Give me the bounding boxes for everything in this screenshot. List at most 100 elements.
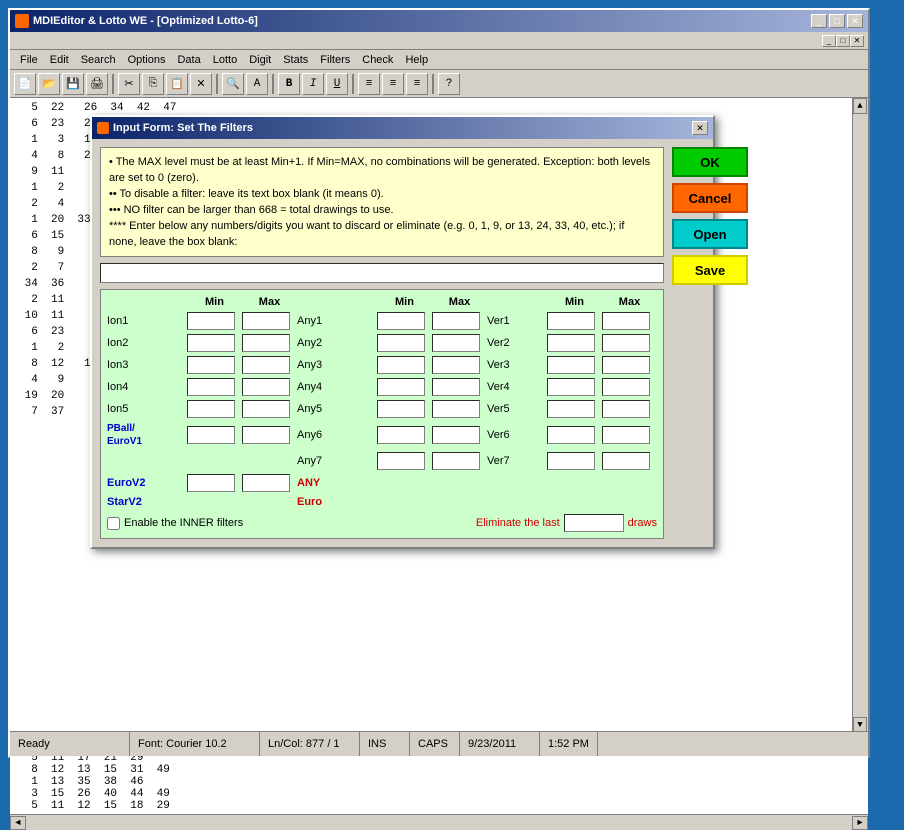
title-bar-left: MDIEditor & Lotto WE - [Optimized Lotto-… — [15, 14, 258, 28]
dialog-title: Input Form: Set The Filters — [97, 122, 253, 134]
dialog-buttons: OK Cancel Open Save — [672, 147, 748, 539]
filter-col1-header — [107, 296, 187, 308]
info-box: • The MAX level must be at least Min+1. … — [100, 147, 664, 257]
ok-button[interactable]: OK — [672, 147, 748, 177]
filter-row-9: StarV2 Euro — [107, 496, 657, 508]
ver7-max-input[interactable] — [602, 452, 650, 470]
ver3-min-input[interactable] — [547, 356, 595, 374]
scroll-right-button[interactable]: ► — [852, 816, 868, 830]
cancel-button[interactable]: Cancel — [672, 183, 748, 213]
any2-label: Any2 — [297, 337, 377, 349]
scroll-left-button[interactable]: ◄ — [10, 816, 26, 830]
eliminate-last-section: Eliminate the last draws — [476, 514, 657, 532]
bottom-line: 5 11 12 15 18 29 — [18, 800, 860, 812]
ion1-min-input[interactable] — [187, 312, 235, 330]
filter-min2-header: Min — [377, 296, 432, 308]
draws-label: draws — [628, 517, 657, 529]
any2-max-input[interactable] — [432, 334, 480, 352]
dialog-close-button[interactable]: ✕ — [692, 121, 708, 135]
ver5-max-input[interactable] — [602, 400, 650, 418]
filter-row-3: Ion3 Any3 Ver3 — [107, 356, 657, 374]
inner-filters-checkbox[interactable] — [107, 517, 120, 530]
filter-row-5: Ion5 Any5 Ver5 — [107, 400, 657, 418]
any5-min-input[interactable] — [377, 400, 425, 418]
mdi-minimize-button[interactable]: _ — [822, 35, 836, 47]
ion5-max-input[interactable] — [242, 400, 290, 418]
eliminate-text-input[interactable] — [101, 264, 663, 282]
any4-max-input[interactable] — [432, 378, 480, 396]
ion2-max-input[interactable] — [242, 334, 290, 352]
any6-min-input[interactable] — [377, 426, 425, 444]
ver5-min-input[interactable] — [547, 400, 595, 418]
pball-max-input[interactable] — [242, 426, 290, 444]
ver3-max-input[interactable] — [602, 356, 650, 374]
any1-label: Any1 — [297, 315, 377, 327]
filter-col2-header — [297, 296, 377, 308]
any2-min-input[interactable] — [377, 334, 425, 352]
any1-min-input[interactable] — [377, 312, 425, 330]
inner-filters-checkbox-label[interactable]: Enable the INNER filters — [107, 517, 243, 530]
any7-label: Any7 — [297, 455, 377, 467]
ver4-min-input[interactable] — [547, 378, 595, 396]
any4-min-input[interactable] — [377, 378, 425, 396]
ion5-min-input[interactable] — [187, 400, 235, 418]
dialog-body: • The MAX level must be at least Min+1. … — [92, 139, 713, 547]
any1-max-input[interactable] — [432, 312, 480, 330]
filter-row-7: Any7 Ver7 — [107, 452, 657, 470]
ver2-min-input[interactable] — [547, 334, 595, 352]
info-line-4: **** Enter below any numbers/digits you … — [109, 218, 655, 250]
ion3-max-input[interactable] — [242, 356, 290, 374]
any3-min-input[interactable] — [377, 356, 425, 374]
eliminate-last-label: Eliminate the last — [476, 517, 560, 529]
filter-col3-header — [487, 296, 547, 308]
ion1-max-input[interactable] — [242, 312, 290, 330]
filter-min1-header: Min — [187, 296, 242, 308]
ver1-max-input[interactable] — [602, 312, 650, 330]
filter-max1-header: Max — [242, 296, 297, 308]
ver2-max-input[interactable] — [602, 334, 650, 352]
bottom-line: 3 15 26 40 44 49 — [18, 788, 860, 800]
ver3-label: Ver3 — [487, 359, 547, 371]
ion4-min-input[interactable] — [187, 378, 235, 396]
filter-header-row: Min Max Min Max Min Max — [107, 296, 657, 308]
eurov2-max-input[interactable] — [242, 474, 290, 492]
ion2-min-input[interactable] — [187, 334, 235, 352]
ver1-min-input[interactable] — [547, 312, 595, 330]
any5-max-input[interactable] — [432, 400, 480, 418]
any7-min-input[interactable] — [377, 452, 425, 470]
ver4-max-input[interactable] — [602, 378, 650, 396]
ion4-label: Ion4 — [107, 381, 187, 393]
dialog-icon — [97, 122, 109, 134]
mdi-restore-button[interactable]: □ — [836, 35, 850, 47]
any3-max-input[interactable] — [432, 356, 480, 374]
eliminate-input-field[interactable] — [100, 263, 664, 283]
ver6-max-input[interactable] — [602, 426, 650, 444]
ion4-max-input[interactable] — [242, 378, 290, 396]
save-button-dialog[interactable]: Save — [672, 255, 748, 285]
maximize-button[interactable]: □ — [829, 14, 845, 28]
ver7-label: Ver7 — [487, 455, 547, 467]
ion3-min-input[interactable] — [187, 356, 235, 374]
eurov2-label: EuroV2 — [107, 477, 187, 489]
filter-dialog: Input Form: Set The Filters ✕ • The MAX … — [90, 115, 715, 549]
dialog-title-bar: Input Form: Set The Filters ✕ — [92, 117, 713, 139]
ver6-min-input[interactable] — [547, 426, 595, 444]
filter-max3-header: Max — [602, 296, 657, 308]
any6-label: Any6 — [297, 429, 377, 441]
minimize-button[interactable]: _ — [811, 14, 827, 28]
dialog-left: • The MAX level must be at least Min+1. … — [100, 147, 664, 539]
horizontal-scrollbar[interactable]: ◄ ► — [10, 814, 868, 830]
any7-max-input[interactable] — [432, 452, 480, 470]
ver7-min-input[interactable] — [547, 452, 595, 470]
info-line-3: ••• NO filter can be larger than 668 = t… — [109, 202, 655, 218]
any6-max-input[interactable] — [432, 426, 480, 444]
eurov2-min-input[interactable] — [187, 474, 235, 492]
close-button[interactable]: ✕ — [847, 14, 863, 28]
filter-row-2: Ion2 Any2 Ver2 — [107, 334, 657, 352]
mdi-close-button[interactable]: ✕ — [850, 35, 864, 47]
bottom-content: 5 11 17 21 29 8 12 13 15 31 49 1 13 35 3… — [10, 749, 868, 814]
dialog-overlay: Input Form: Set The Filters ✕ • The MAX … — [10, 60, 868, 756]
pball-min-input[interactable] — [187, 426, 235, 444]
open-button-dialog[interactable]: Open — [672, 219, 748, 249]
eliminate-last-input[interactable] — [564, 514, 624, 532]
